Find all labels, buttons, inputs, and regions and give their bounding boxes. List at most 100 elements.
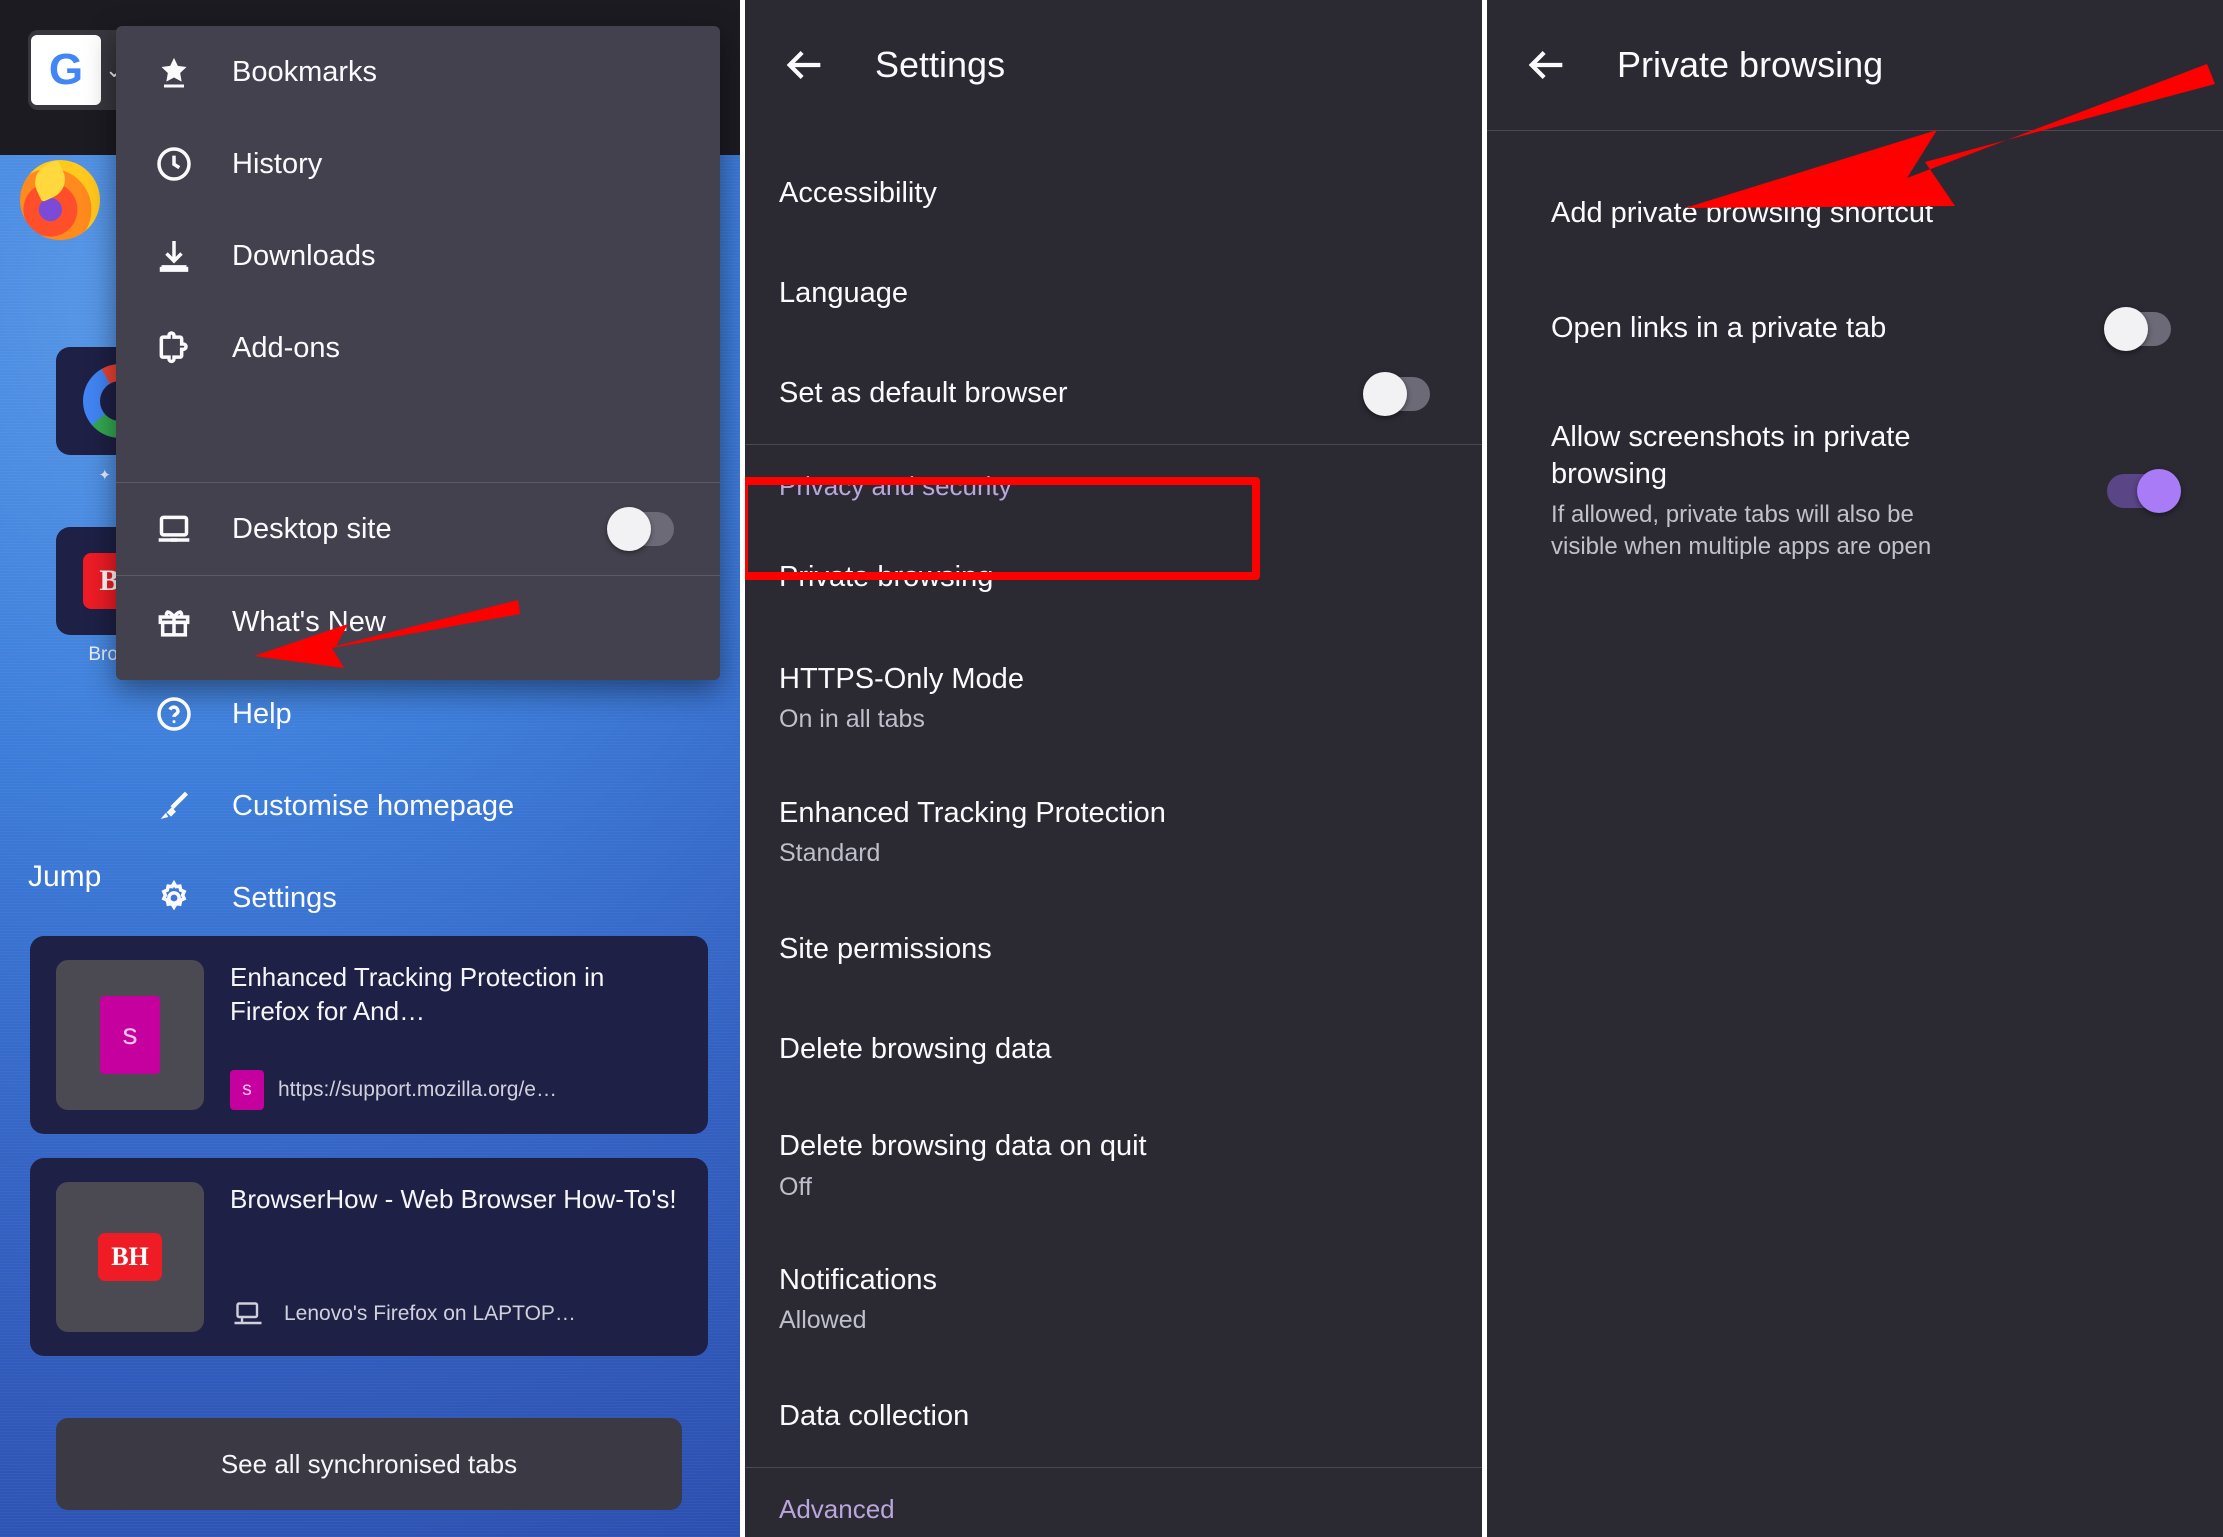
- card-title: BrowserHow - Web Browser How-To's!: [230, 1184, 677, 1214]
- section-header-privacy-and-security: Privacy and security: [779, 471, 1012, 501]
- menu-item-downloads[interactable]: Downloads: [116, 210, 720, 302]
- row-subtitle: Standard: [779, 839, 881, 867]
- menu-item-label: Downloads: [232, 239, 376, 272]
- allow-screenshots-toggle[interactable]: [2107, 469, 2181, 513]
- settings-row-https-only-mode[interactable]: HTTPS-Only Mode On in all tabs: [745, 632, 1482, 766]
- laptop-icon: [152, 507, 196, 551]
- row-add-private-browsing-shortcut[interactable]: Add private browsing shortcut: [1487, 167, 2223, 260]
- puzzle-piece-icon: [152, 326, 196, 370]
- settings-row-notifications[interactable]: Notifications Allowed: [745, 1233, 1482, 1367]
- row-title: Notifications: [779, 1263, 937, 1296]
- card-body: BrowserHow - Web Browser How-To's! Lenov…: [230, 1182, 682, 1332]
- desktop-site-toggle[interactable]: [607, 507, 674, 551]
- row-title: Delete browsing data on quit: [779, 1130, 1147, 1163]
- menu-item-label: Desktop site: [232, 512, 392, 545]
- row-title: Data collection: [779, 1399, 970, 1432]
- settings-row-delete-browsing-data[interactable]: Delete browsing data: [745, 999, 1482, 1099]
- menu-item-settings[interactable]: Settings: [116, 852, 720, 944]
- settings-row-set-as-default-browser[interactable]: Set as default browser: [745, 344, 1482, 444]
- menu-item-label: History: [232, 147, 323, 180]
- google-g-glyph: G: [48, 45, 84, 94]
- back-arrow-icon[interactable]: [779, 39, 831, 91]
- row-title: Open links in a private tab: [1551, 312, 1887, 345]
- paintbrush-icon: [152, 784, 196, 828]
- row-title: Set as default browser: [779, 377, 1068, 410]
- menu-item-help[interactable]: Help: [116, 668, 720, 760]
- menu-spacer: [116, 394, 720, 482]
- row-title: Delete browsing data: [779, 1032, 1052, 1065]
- row-subtitle: Allowed: [779, 1306, 867, 1335]
- private-browsing-header: Private browsing: [1487, 0, 2223, 130]
- support-mozilla-icon: s: [100, 996, 160, 1074]
- google-g-icon: G: [31, 35, 101, 105]
- card-meta: Lenovo's Firefox on LAPTOP…: [230, 1296, 682, 1332]
- menu-item-whats-new[interactable]: What's New: [116, 576, 720, 668]
- menu-item-history[interactable]: History: [116, 118, 720, 210]
- settings-row-delete-browsing-data-on-quit[interactable]: Delete browsing data on quit Off: [745, 1099, 1482, 1233]
- page-title: Settings: [875, 44, 1006, 85]
- settings-row-private-browsing[interactable]: Private browsing: [745, 524, 1482, 632]
- browserhow-icon: BH: [98, 1233, 162, 1281]
- menu-item-label: What's New: [232, 605, 386, 638]
- menu-item-label: Bookmarks: [232, 55, 378, 88]
- clock-icon: [152, 142, 196, 186]
- row-subtitle: If allowed, private tabs will also be vi…: [1551, 501, 1932, 561]
- panel-settings: Settings Accessibility Language Set as d…: [745, 0, 1482, 1537]
- open-links-in-private-tab-toggle[interactable]: [2104, 306, 2171, 351]
- menu-item-label: Customise homepage: [232, 789, 515, 822]
- download-icon: [152, 234, 196, 278]
- set-as-default-browser-toggle[interactable]: [1363, 372, 1430, 416]
- gift-icon: [152, 600, 196, 644]
- firefox-logo-icon: [20, 160, 100, 240]
- row-open-links-in-private-tab[interactable]: Open links in a private tab: [1487, 282, 2223, 375]
- card-body: Enhanced Tracking Protection in Firefox …: [230, 960, 682, 1110]
- row-title: Add private browsing shortcut: [1551, 197, 1934, 229]
- card-thumbnail: BH: [56, 1182, 204, 1332]
- card-url: https://support.mozilla.org/e…: [278, 1078, 557, 1101]
- row-title: Allow screenshots in private browsing: [1551, 421, 1911, 491]
- device-laptop-icon: [230, 1296, 270, 1332]
- menu-item-label: Settings: [232, 881, 337, 914]
- pin-icon: ✦: [98, 467, 112, 484]
- synced-tab-card[interactable]: BH BrowserHow - Web Browser How-To's! Le…: [30, 1158, 708, 1356]
- overflow-menu: Bookmarks History Downloads Add-ons Desk…: [116, 26, 720, 914]
- jump-back-in-heading: Jump: [28, 860, 102, 893]
- row-allow-screenshots-in-private-browsing[interactable]: Allow screenshots in private browsing If…: [1487, 391, 2223, 591]
- row-title: Language: [779, 277, 909, 310]
- question-circle-icon: [152, 692, 196, 736]
- card-title: Enhanced Tracking Protection in Firefox …: [230, 962, 605, 1027]
- menu-item-desktop-site[interactable]: Desktop site: [116, 483, 720, 575]
- row-title: Site permissions: [779, 932, 992, 965]
- panel-firefox-homepage: ✦ Go BH Browse Jump s Enhanced Tracking …: [0, 0, 740, 1537]
- row-subtitle: On in all tabs: [779, 705, 925, 734]
- menu-item-customise-homepage[interactable]: Customise homepage: [116, 760, 720, 852]
- section-header-advanced: Advanced: [779, 1493, 895, 1524]
- card-device: Lenovo's Firefox on LAPTOP…: [284, 1302, 576, 1325]
- settings-row-site-permissions[interactable]: Site permissions: [745, 899, 1482, 999]
- card-meta: s https://support.mozilla.org/e…: [230, 1070, 682, 1110]
- settings-row-language[interactable]: Language: [745, 244, 1482, 344]
- row-title: Private browsing: [779, 561, 994, 594]
- row-title: Enhanced Tracking Protection: [779, 796, 1166, 829]
- menu-item-label: Help: [232, 697, 292, 730]
- card-thumbnail: s: [56, 960, 204, 1110]
- gear-icon: [152, 876, 196, 920]
- see-all-synchronised-tabs-button[interactable]: See all synchronised tabs: [56, 1418, 682, 1510]
- settings-row-enhanced-tracking-protection[interactable]: Enhanced Tracking Protection Standard: [745, 766, 1482, 900]
- three-panel-screenshot: ✦ Go BH Browse Jump s Enhanced Tracking …: [0, 0, 2223, 1537]
- page-title: Private browsing: [1617, 44, 1884, 85]
- favicon-icon: s: [230, 1070, 264, 1110]
- row-title: HTTPS-Only Mode: [779, 663, 1024, 695]
- settings-row-accessibility[interactable]: Accessibility: [745, 144, 1482, 244]
- synced-tab-card[interactable]: s Enhanced Tracking Protection in Firefo…: [30, 936, 708, 1134]
- settings-row-data-collection[interactable]: Data collection: [745, 1367, 1482, 1467]
- menu-item-bookmarks[interactable]: Bookmarks: [116, 26, 720, 118]
- menu-item-label: Add-ons: [232, 331, 341, 364]
- back-arrow-icon[interactable]: [1521, 39, 1573, 91]
- menu-item-add-ons[interactable]: Add-ons: [116, 302, 720, 394]
- settings-header: Settings: [745, 0, 1482, 130]
- row-title: Accessibility: [779, 177, 937, 210]
- bookmark-star-icon: [152, 50, 196, 94]
- panel-private-browsing: Private browsing Add private browsing sh…: [1487, 0, 2223, 1537]
- row-subtitle: Off: [779, 1172, 812, 1201]
